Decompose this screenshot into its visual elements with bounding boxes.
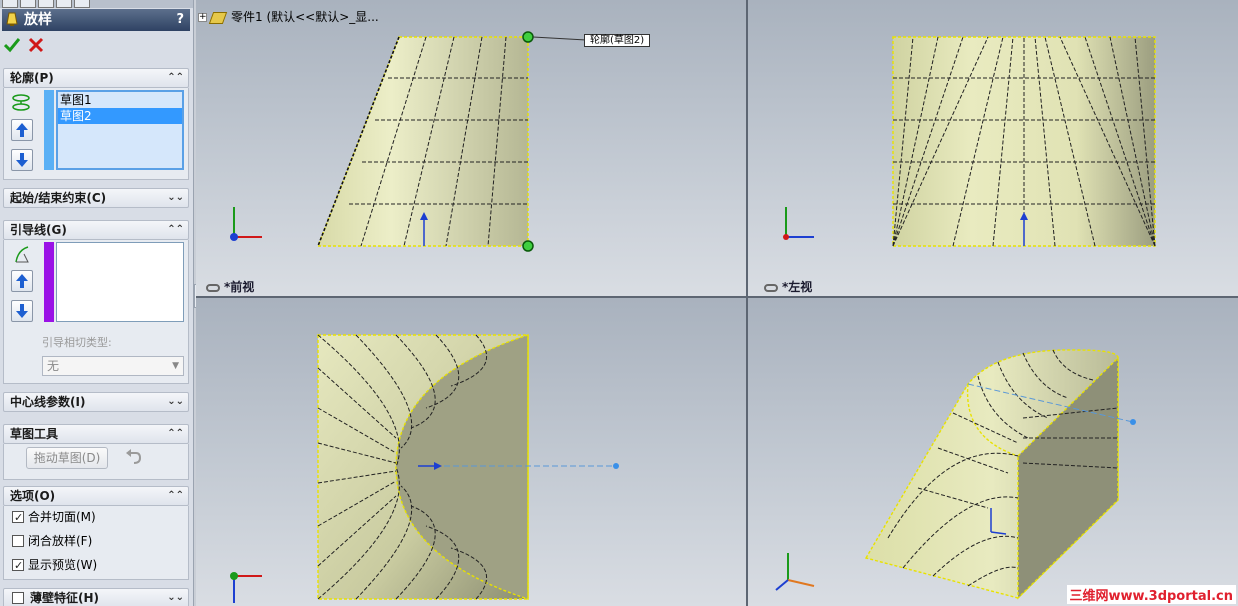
thin-feature-label: 薄壁特征(H) xyxy=(30,591,100,605)
list-item[interactable]: 草图2 xyxy=(58,108,182,124)
profile-color-bar xyxy=(44,90,54,170)
sketch-tools-group-header[interactable]: 草图工具 ⌃⌃ xyxy=(3,424,189,444)
property-manager: 放样 ? 轮廓(P) ⌃⌃ 草图1 草图2 起始/结束约束(C) ⌄⌄ 引导线(… xyxy=(0,0,194,606)
tab-dim-xpert[interactable] xyxy=(56,0,72,8)
ok-check-icon[interactable] xyxy=(4,36,20,54)
arrow-down-icon xyxy=(16,304,28,318)
viewport-splitter-horizontal[interactable] xyxy=(196,296,1238,298)
view-label-front-text: *前视 xyxy=(224,280,255,294)
guide-list[interactable] xyxy=(56,242,184,322)
show-preview-checkbox[interactable] xyxy=(12,557,24,575)
profile-connector-handle[interactable] xyxy=(522,240,534,252)
tab-property-manager[interactable] xyxy=(20,0,36,8)
chevron-down-icon[interactable]: ⌄⌄ xyxy=(167,189,184,207)
options-group-body: 合并切面(M) 闭合放样(F) 显示预览(W) xyxy=(3,506,189,580)
tab-feature-manager[interactable] xyxy=(2,0,18,8)
close-loft-checkbox[interactable] xyxy=(12,535,24,547)
close-loft-label: 闭合放样(F) xyxy=(28,534,93,548)
guide-move-down-button[interactable] xyxy=(11,300,33,322)
link-view-icon[interactable] xyxy=(206,283,220,292)
tangency-type-select[interactable]: 无 ▼ xyxy=(42,356,184,376)
watermark: 三维网www.3dportal.cn xyxy=(1066,585,1236,604)
guide-color-bar xyxy=(44,242,54,322)
axis-endpoint[interactable] xyxy=(613,463,619,469)
merge-tangent-faces-checkbox[interactable] xyxy=(12,509,24,527)
dropdown-arrow-icon: ▼ xyxy=(172,361,179,371)
profile-icon xyxy=(12,94,30,111)
guide-move-up-button[interactable] xyxy=(11,270,33,292)
guide-group-header[interactable]: 引导线(G) ⌃⌃ xyxy=(3,220,189,240)
pm-title-bar: 放样 ? xyxy=(2,9,190,31)
loft-icon xyxy=(6,12,18,26)
triad-icon xyxy=(230,207,262,241)
profile-group-body: 草图1 草图2 xyxy=(3,88,189,180)
isometric-view-scene xyxy=(775,349,1136,600)
viewport-left[interactable]: *左视 xyxy=(748,0,1238,296)
list-item[interactable]: 草图1 xyxy=(58,92,182,108)
arrow-down-icon xyxy=(16,153,28,167)
loft-surface-top[interactable] xyxy=(317,334,529,600)
drag-sketch-button[interactable]: 拖动草图(D) xyxy=(26,447,108,469)
viewport-isometric[interactable]: 三维网www.3dportal.cn xyxy=(748,298,1238,606)
chevron-up-icon[interactable]: ⌃⌃ xyxy=(167,221,184,239)
show-preview-label: 显示预览(W) xyxy=(28,558,98,572)
profile-list[interactable]: 草图1 草图2 xyxy=(56,90,184,170)
left-view-scene xyxy=(783,36,1156,247)
options-group-title: 选项(O) xyxy=(10,489,56,503)
sketch-tools-group-body: 拖动草图(D) xyxy=(3,444,189,480)
solidworks-window: 放样 ? 轮廓(P) ⌃⌃ 草图1 草图2 起始/结束约束(C) ⌄⌄ 引导线(… xyxy=(0,0,1238,606)
link-view-icon[interactable] xyxy=(764,283,778,292)
view-label-left: *左视 xyxy=(764,278,812,295)
tangency-type-label: 引导相切类型: xyxy=(42,336,112,349)
profile-callout[interactable]: 轮廓(草图2) xyxy=(584,34,651,47)
options-group-header[interactable]: 选项(O) ⌃⌃ xyxy=(3,486,189,506)
triad-icon xyxy=(230,572,262,603)
chevron-up-icon[interactable]: ⌃⌃ xyxy=(167,487,184,505)
merge-tangent-faces-label: 合并切面(M) xyxy=(28,510,96,524)
chevron-up-icon[interactable]: ⌃⌃ xyxy=(167,69,184,87)
view-label-front: *前视 xyxy=(206,278,254,295)
top-view-scene xyxy=(230,334,619,603)
front-view-scene xyxy=(230,31,587,252)
help-icon[interactable]: ? xyxy=(176,9,184,31)
thin-feature-header[interactable]: 薄壁特征(H) ⌄⌄ xyxy=(3,588,189,606)
arrow-up-icon xyxy=(16,274,28,288)
centerline-group-header[interactable]: 中心线参数(I) ⌄⌄ xyxy=(3,392,189,412)
tab-configuration-manager[interactable] xyxy=(38,0,54,8)
view-label-left-text: *左视 xyxy=(782,280,813,294)
arrow-up-icon xyxy=(16,123,28,137)
chevron-down-icon[interactable]: ⌄⌄ xyxy=(167,589,184,606)
viewport-front[interactable]: + 零件1 (默认<<默认>_显... 轮廓(草图2) *前视 xyxy=(196,0,746,296)
pm-title: 放样 xyxy=(24,12,52,28)
manager-tabs xyxy=(0,0,193,8)
triad-icon xyxy=(783,207,814,240)
guide-curve-icon xyxy=(15,246,29,263)
profile-connector-handle[interactable] xyxy=(522,31,534,43)
viewport-top[interactable] xyxy=(196,298,746,606)
tangency-type-value: 无 xyxy=(47,359,60,373)
constraints-group-header[interactable]: 起始/结束约束(C) ⌄⌄ xyxy=(3,188,189,208)
guide-group-title: 引导线(G) xyxy=(10,223,67,237)
move-down-button[interactable] xyxy=(11,149,33,171)
centerline-group-title: 中心线参数(I) xyxy=(10,395,86,409)
chevron-down-icon[interactable]: ⌄⌄ xyxy=(167,393,184,411)
profile-group-title: 轮廓(P) xyxy=(10,71,54,85)
tab-display-manager[interactable] xyxy=(74,0,90,8)
viewport-splitter-vertical[interactable] xyxy=(746,0,748,606)
cancel-x-icon[interactable] xyxy=(28,36,44,54)
guide-group-body: 引导相切类型: 无 ▼ xyxy=(3,240,189,384)
sketch-tools-group-title: 草图工具 xyxy=(10,427,59,441)
profile-group-header[interactable]: 轮廓(P) ⌃⌃ xyxy=(3,68,189,88)
triad-icon xyxy=(775,553,815,591)
undo-icon[interactable] xyxy=(124,448,142,466)
callout-leader xyxy=(532,36,587,41)
constraints-group-title: 起始/结束约束(C) xyxy=(10,191,107,205)
loft-surface-isometric[interactable] xyxy=(864,349,1119,600)
axis-endpoint[interactable] xyxy=(1130,419,1136,425)
thin-feature-checkbox[interactable] xyxy=(12,592,24,604)
move-up-button[interactable] xyxy=(11,119,33,141)
chevron-up-icon[interactable]: ⌃⌃ xyxy=(167,425,184,443)
